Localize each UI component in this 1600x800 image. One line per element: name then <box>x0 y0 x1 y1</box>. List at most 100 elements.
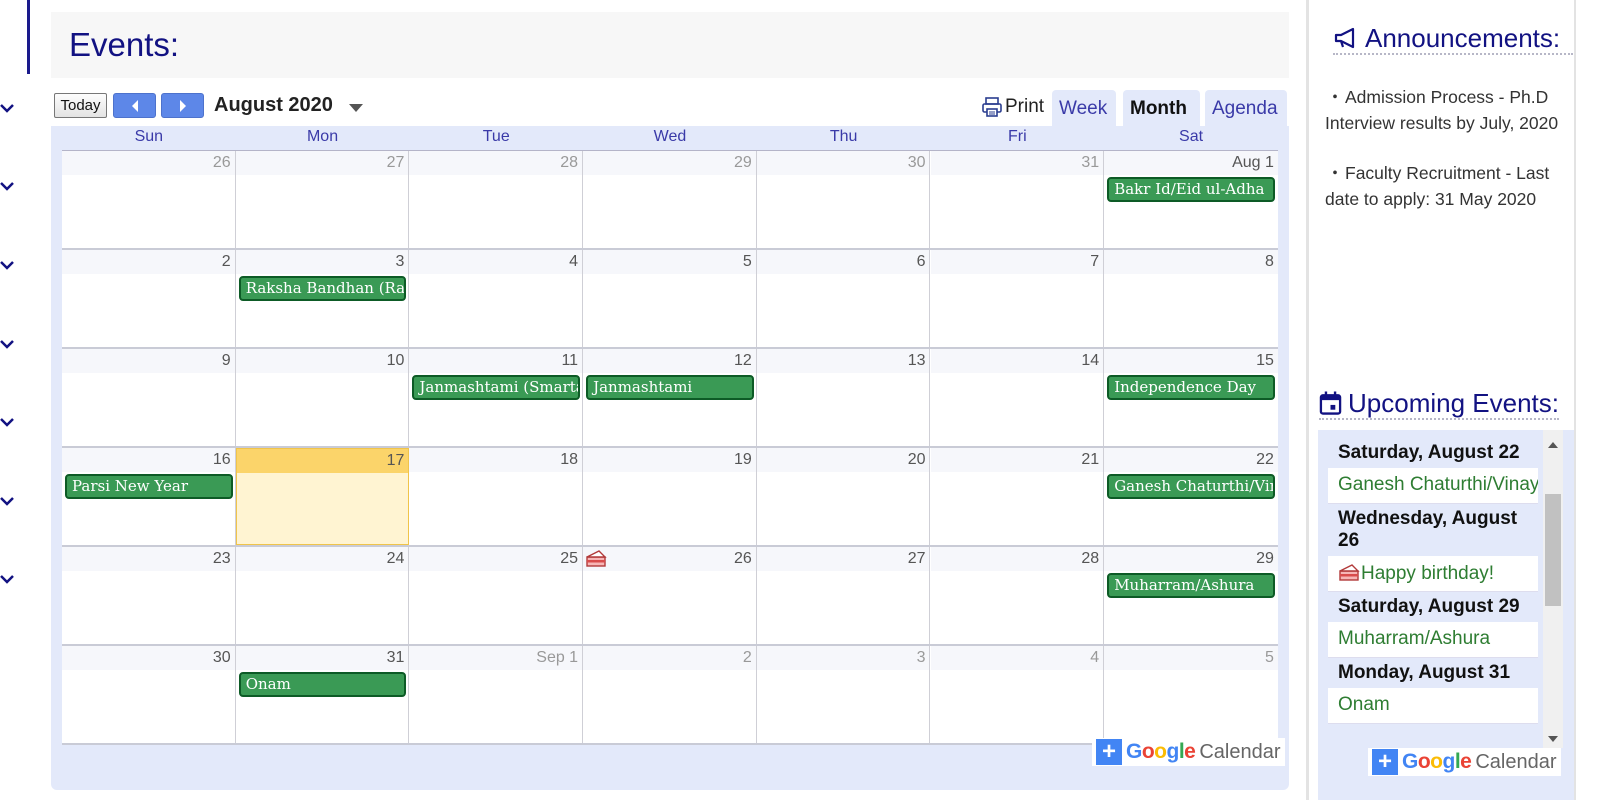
scroll-up-arrow-icon[interactable] <box>1547 436 1559 448</box>
day-cell[interactable]: 10 <box>235 349 410 446</box>
day-cell[interactable]: 26 <box>62 151 236 248</box>
day-cell[interactable]: 20 <box>756 448 931 545</box>
day-number: Sep 1 <box>536 649 579 666</box>
add-to-google-calendar-button[interactable]: + Google Calendar <box>1368 748 1561 776</box>
upcoming-event[interactable]: Onam <box>1328 688 1538 724</box>
day-header: 28 <box>930 547 1104 571</box>
chevron-down-icon[interactable] <box>0 103 14 115</box>
arrow-left-icon <box>131 99 138 112</box>
day-cell[interactable]: 17 <box>235 448 410 545</box>
day-cell[interactable]: 14 <box>930 349 1105 446</box>
day-cell[interactable]: 24 <box>235 547 410 644</box>
upcoming-events-list[interactable]: Saturday, August 22 Ganesh Chaturthi/Vina… <box>1328 438 1538 748</box>
calendar-event[interactable]: Parsi New Year <box>65 474 233 499</box>
day-header: 17 <box>236 449 409 473</box>
day-cell[interactable]: 29 <box>583 151 757 248</box>
day-cell[interactable]: 19 <box>583 448 757 545</box>
birthday-cake-icon <box>1338 564 1360 587</box>
day-cell[interactable]: 25 <box>409 547 584 644</box>
chevron-down-icon[interactable] <box>0 181 14 193</box>
day-cell[interactable]: 28 <box>930 547 1105 644</box>
scroll-thumb[interactable] <box>1545 494 1561 606</box>
day-number: 7 <box>1090 253 1100 270</box>
day-number: 24 <box>386 550 405 567</box>
chevron-down-icon[interactable] <box>0 260 14 272</box>
calendar-event[interactable]: Raksha Bandhan (Rakhi) <box>238 276 407 301</box>
calendar-event[interactable]: Janmashtami (Smarta) <box>412 375 581 400</box>
month-dropdown-icon[interactable] <box>348 100 364 118</box>
print-button[interactable]: Print <box>981 94 1044 120</box>
day-cell[interactable]: 27 <box>235 151 410 248</box>
chevron-down-icon[interactable] <box>0 339 14 351</box>
day-header: 22 <box>1104 448 1278 472</box>
day-cell[interactable]: 2 <box>583 646 757 743</box>
upcoming-event-label: Muharram/Ashura <box>1338 628 1491 649</box>
day-cell[interactable]: 21 <box>930 448 1105 545</box>
calendar-event[interactable]: Muharram/Ashura <box>1107 573 1275 598</box>
day-cell[interactable]: 26 <box>583 547 757 644</box>
tab-month[interactable]: Month <box>1123 90 1200 126</box>
day-header: 18 <box>409 448 583 472</box>
day-header: 28 <box>409 151 583 175</box>
tab-week[interactable]: Week <box>1052 90 1116 126</box>
day-number: 2 <box>221 253 231 270</box>
day-cell[interactable]: 30 <box>756 151 931 248</box>
active-indicator <box>27 0 30 74</box>
day-header: 5 <box>1104 646 1278 670</box>
day-header: 19 <box>583 448 756 472</box>
upcoming-event[interactable]: Ganesh Chaturthi/Vinayaka Chaturthi <box>1328 468 1538 504</box>
day-header: 7 <box>930 250 1104 274</box>
day-cell[interactable]: 5 <box>1104 646 1278 743</box>
tab-agenda[interactable]: Agenda <box>1205 90 1287 126</box>
next-month-button[interactable] <box>161 93 204 118</box>
day-header: 5 <box>583 250 756 274</box>
upcoming-events-heading: Upcoming Events: <box>1319 388 1559 420</box>
scrollbar[interactable] <box>1543 430 1563 748</box>
day-number: 28 <box>560 154 579 171</box>
day-cell[interactable]: 28 <box>409 151 584 248</box>
day-cell[interactable]: 4 <box>409 250 584 347</box>
day-cell[interactable]: 9 <box>62 349 236 446</box>
day-cell[interactable]: 13 <box>756 349 931 446</box>
day-cell[interactable]: 4 <box>930 646 1105 743</box>
calendar-event[interactable]: Ganesh Chaturthi/Vinayaka Chaturthi <box>1107 474 1275 499</box>
chevron-down-icon[interactable] <box>0 496 14 508</box>
weekday-label: Thu <box>829 128 858 145</box>
day-cell[interactable]: 31 <box>930 151 1105 248</box>
day-cell[interactable]: 3 <box>756 646 931 743</box>
day-cell[interactable]: 30 <box>62 646 236 743</box>
upcoming-event[interactable]: Muharram/Ashura <box>1328 622 1538 658</box>
day-number: 4 <box>1090 649 1100 666</box>
today-button[interactable]: Today <box>54 93 107 118</box>
day-header: 16 <box>62 448 235 472</box>
day-cell[interactable]: 6 <box>756 250 931 347</box>
day-cell[interactable]: 27 <box>756 547 931 644</box>
calendar-event[interactable]: Janmashtami <box>586 375 754 400</box>
google-logo-text: Google <box>1402 750 1472 773</box>
day-header: 8 <box>1104 250 1278 274</box>
add-to-google-calendar-button[interactable]: + Google Calendar <box>1092 738 1285 766</box>
calendar-event[interactable]: Onam <box>238 672 407 697</box>
day-cell[interactable]: 23 <box>62 547 236 644</box>
announcement-item[interactable]: ・Admission Process - Ph.D Interview resu… <box>1325 84 1575 136</box>
upcoming-event[interactable]: Happy birthday! <box>1328 556 1538 592</box>
announcement-item[interactable]: ・Faculty Recruitment - Last date to appl… <box>1325 160 1575 212</box>
calendar-event[interactable]: Independence Day <box>1107 375 1275 400</box>
upcoming-date: Monday, August 31 <box>1328 658 1538 688</box>
day-number: 23 <box>212 550 231 567</box>
day-cell[interactable]: 7 <box>930 250 1105 347</box>
previous-month-button[interactable] <box>113 93 156 118</box>
day-cell[interactable]: 18 <box>409 448 584 545</box>
chevron-down-icon[interactable] <box>0 417 14 429</box>
day-number: 6 <box>916 253 926 270</box>
calendar-event[interactable]: Bakr Id/Eid ul-Adha <box>1107 177 1275 202</box>
day-number: 27 <box>907 550 926 567</box>
day-cell[interactable]: Sep 1 <box>409 646 584 743</box>
scroll-down-arrow-icon[interactable] <box>1547 730 1559 742</box>
day-cell[interactable]: 5 <box>583 250 757 347</box>
chevron-down-icon[interactable] <box>0 574 14 586</box>
day-cell[interactable]: 2 <box>62 250 236 347</box>
day-number: 27 <box>386 154 405 171</box>
day-cell[interactable]: 8 <box>1104 250 1278 347</box>
birthday-cake-icon[interactable] <box>585 548 607 573</box>
